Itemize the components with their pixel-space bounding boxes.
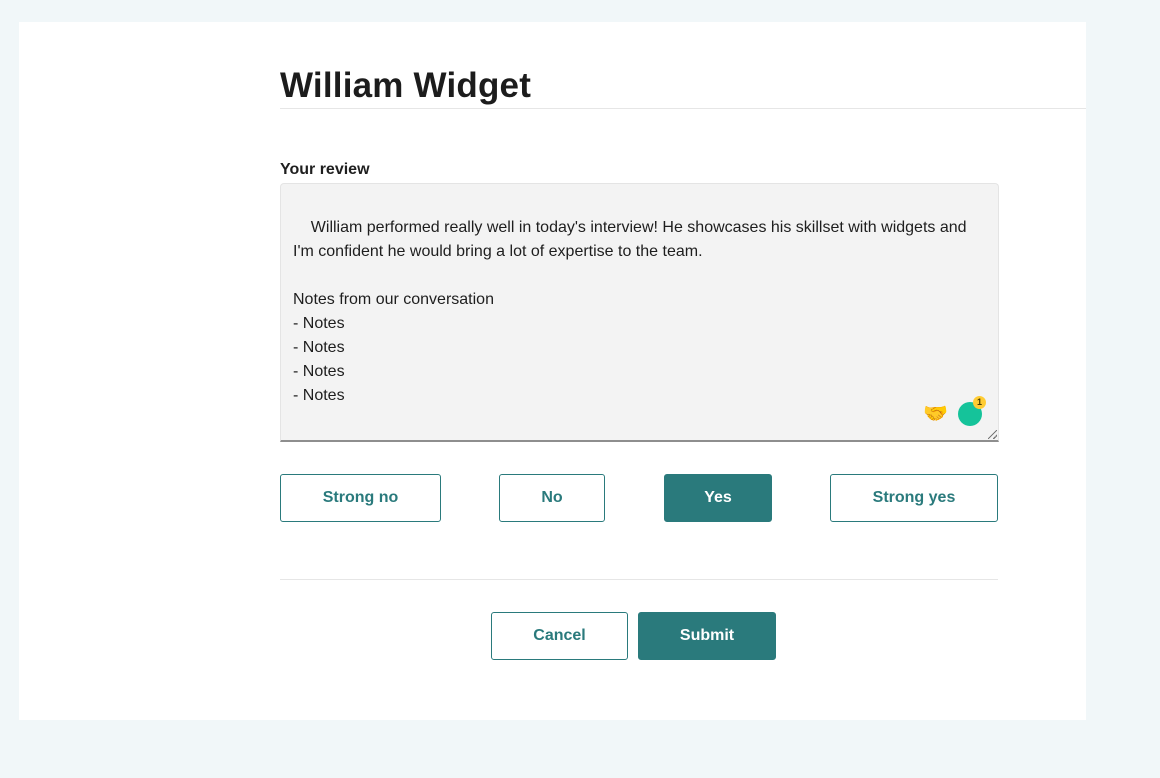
grammarly-icon[interactable]: G 1 [958, 396, 986, 470]
candidate-name-title: William Widget [280, 66, 532, 105]
submit-button[interactable]: Submit [638, 612, 776, 660]
textarea-extensions: 🤝 G 1 [923, 396, 986, 470]
grammarly-letter: G [963, 453, 977, 470]
rating-strong-yes-button[interactable]: Strong yes [830, 474, 998, 522]
review-text: William performed really well in today's… [293, 219, 967, 404]
review-label: Your review [280, 161, 370, 178]
title-divider [280, 108, 1086, 109]
actions-divider [280, 579, 998, 580]
rating-yes-button[interactable]: Yes [664, 474, 772, 522]
rating-strong-no-button[interactable]: Strong no [280, 474, 441, 522]
rating-no-button[interactable]: No [499, 474, 605, 522]
review-textarea[interactable]: William performed really well in today's… [280, 183, 999, 470]
handshake-icon[interactable]: 🤝 [923, 404, 948, 424]
cancel-button[interactable]: Cancel [491, 612, 628, 660]
review-card: William Widget Your review William perfo… [19, 22, 1086, 720]
grammarly-count-badge: 1 [973, 396, 986, 409]
resize-handle[interactable] [988, 430, 997, 439]
